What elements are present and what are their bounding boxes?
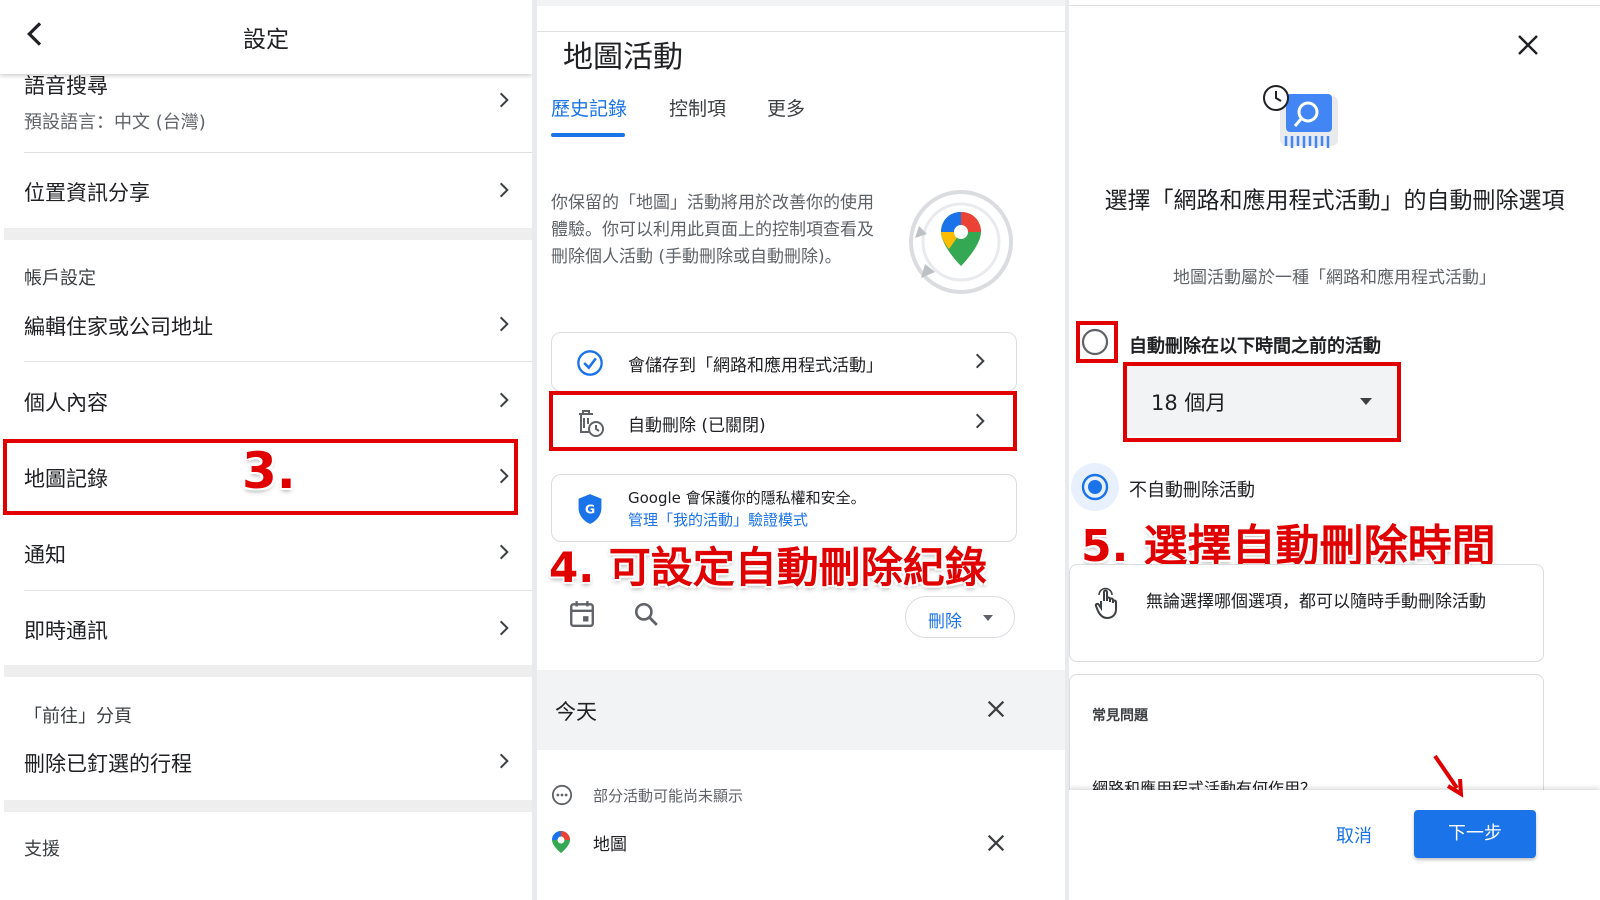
chevron-right-icon (499, 620, 509, 636)
saving-card-label: 會儲存到「網路和應用程式活動」 (628, 356, 883, 376)
auto-delete-dialog-panel: 選擇「網路和應用程式活動」的自動刪除選項 地圖活動屬於一種「網路和應用程式活動」… (1069, 0, 1600, 900)
check-circle-icon (577, 350, 603, 376)
tab-controls[interactable]: 控制項 (669, 94, 726, 121)
more-horiz-circle-icon (551, 784, 573, 806)
divider (24, 590, 532, 591)
card-saving-to-web-app-activity[interactable]: 會儲存到「網路和應用程式活動」 (551, 332, 1017, 392)
google-maps-pin-icon (552, 831, 570, 853)
day-header-band: 今天 (537, 670, 1065, 750)
next-button[interactable]: 下一步 (1414, 810, 1536, 858)
search-icon[interactable] (633, 601, 659, 627)
manual-delete-note-card: 無論選擇哪個選項，都可以隨時手動刪除活動 (1069, 564, 1544, 662)
delete-menu-button[interactable]: 刪除 (905, 596, 1015, 638)
section-band (4, 800, 532, 812)
faq-title: 常見問題 (1092, 708, 1148, 724)
highlight-box-radio (1076, 321, 1118, 363)
manual-delete-note-text: 無論選擇哪個選項，都可以隨時手動刪除活動 (1146, 592, 1486, 612)
maps-item-label[interactable]: 地圖 (593, 830, 627, 855)
svg-text:G: G (585, 502, 595, 517)
tab-more[interactable]: 更多 (767, 94, 805, 121)
settings-item-personal-content[interactable]: 個人內容 (24, 387, 514, 417)
tab-history[interactable]: 歷史記錄 (551, 94, 627, 121)
chevron-right-icon (975, 353, 985, 369)
description-text: 你保留的「地圖」活動將用於改善你的使用體驗。你可以利用此頁面上的控制項查看及刪除… (551, 193, 874, 267)
chevron-right-icon (499, 316, 509, 332)
red-arrow-annotation-icon (1433, 754, 1464, 798)
day-label: 今天 (555, 700, 597, 724)
chevron-right-icon (499, 392, 509, 408)
close-icon[interactable] (985, 832, 1007, 854)
annotation-step3: 3. (242, 442, 296, 500)
page-title: 地圖活動 (563, 40, 683, 75)
tab-indicator (551, 133, 625, 137)
highlight-box-dropdown (1123, 362, 1401, 442)
chevron-right-icon (499, 544, 509, 560)
settings-panel: 設定 語音搜尋 預設語言：中文 (台灣) 位置資訊分享 帳戶設定 編輯住家或公司… (0, 0, 532, 900)
settings-item-delete-pinned[interactable]: 刪除已釘選的行程 (24, 748, 514, 778)
privacy-link[interactable]: 管理「我的活動」驗證模式 (628, 509, 808, 530)
page-title: 設定 (243, 27, 289, 53)
settings-item-location-sharing[interactable]: 位置資訊分享 (24, 177, 514, 207)
section-band (4, 665, 532, 677)
radio-no-auto-delete[interactable] (1081, 473, 1109, 501)
voice-search-sublabel: 預設語言：中文 (台灣) (24, 112, 206, 133)
chevron-right-icon (499, 92, 509, 108)
divider (24, 361, 532, 362)
highlight-box-auto-delete (549, 391, 1017, 451)
cancel-button[interactable]: 取消 (1336, 822, 1372, 848)
annotation-step4: 4. 可設定自動刪除紀錄 (549, 543, 987, 592)
top-edge (537, 0, 1065, 6)
chevron-right-icon (499, 182, 509, 198)
auto-delete-illustration-icon (1263, 85, 1338, 148)
section-band (4, 228, 532, 240)
option-auto-delete-label[interactable]: 自動刪除在以下時間之前的活動 (1129, 332, 1381, 358)
dialog-action-bar: 取消 下一步 (1069, 790, 1600, 900)
settings-item-edit-home-work[interactable]: 編輯住家或公司地址 (24, 311, 514, 341)
privacy-text: Google 會保護你的隱私權和安全。 (628, 489, 866, 507)
option-no-auto-delete-label[interactable]: 不自動刪除活動 (1129, 476, 1255, 502)
touch-hand-icon (1094, 587, 1117, 620)
settings-item-voice-search[interactable]: 語音搜尋 (24, 70, 514, 100)
calendar-icon[interactable] (569, 600, 595, 628)
divider (24, 152, 532, 153)
card-privacy: G Google 會保護你的隱私權和安全。 管理「我的活動」驗證模式 (551, 474, 1017, 542)
chevron-right-icon (499, 753, 509, 769)
dropdown-arrow-icon (983, 615, 993, 621)
notice-text: 部分活動可能尚未顯示 (593, 787, 744, 805)
maps-activity-panel: 地圖活動 歷史記錄 控制項 更多 你保留的「地圖」活動將用於改善你的使用體驗。你… (537, 0, 1065, 900)
close-icon[interactable] (985, 698, 1007, 720)
delete-button-label: 刪除 (928, 612, 962, 632)
dialog-subtitle: 地圖活動屬於一種「網路和應用程式活動」 (1173, 268, 1496, 288)
settings-header: 設定 (0, 0, 532, 74)
close-icon[interactable] (1516, 33, 1540, 57)
section-support: 支援 (24, 839, 60, 860)
voice-search-label: 語音搜尋 (24, 74, 108, 98)
section-account: 帳戶設定 (24, 268, 96, 289)
dialog-title: 選擇「網路和應用程式活動」的自動刪除選項 (1104, 188, 1565, 214)
section-goto: 「前往」分頁 (24, 706, 132, 727)
google-shield-icon: G (578, 494, 602, 524)
settings-item-notifications[interactable]: 通知 (24, 539, 514, 569)
divider (1069, 5, 1600, 6)
maps-history-illustration-icon (909, 190, 1013, 294)
settings-item-messaging[interactable]: 即時通訊 (24, 615, 514, 645)
